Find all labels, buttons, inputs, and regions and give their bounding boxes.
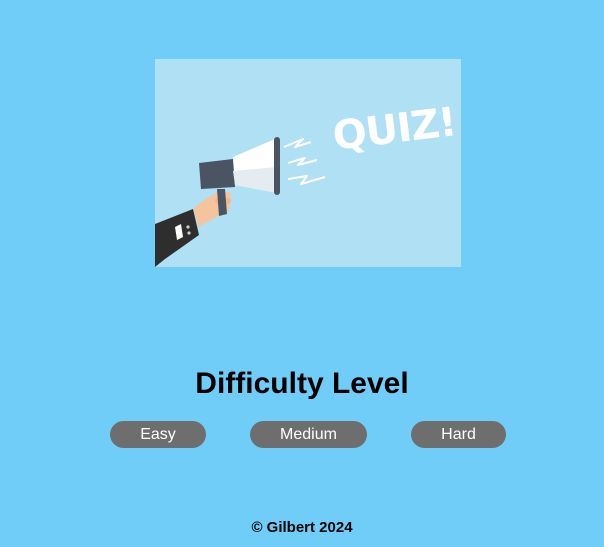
footer-text: Gilbert 2024 bbox=[266, 519, 353, 536]
medium-button[interactable]: Medium bbox=[250, 421, 367, 448]
quiz-hero-image: QUIZ! bbox=[155, 59, 461, 267]
megaphone-rim bbox=[274, 137, 280, 195]
hard-button[interactable]: Hard bbox=[411, 421, 506, 448]
footer-copyright: © Gilbert 2024 bbox=[0, 519, 604, 536]
sound-wave bbox=[287, 157, 318, 166]
copyright-symbol: © bbox=[251, 519, 263, 536]
difficulty-title: Difficulty Level bbox=[195, 367, 409, 400]
sound-wave bbox=[287, 175, 326, 185]
easy-button[interactable]: Easy bbox=[110, 421, 206, 448]
megaphone-illustration bbox=[155, 137, 326, 267]
cuff-button bbox=[186, 225, 190, 229]
megaphone-rear bbox=[199, 159, 235, 189]
sound-wave bbox=[283, 138, 312, 148]
cuff-button bbox=[187, 231, 191, 235]
megaphone-cone-shade bbox=[233, 167, 277, 193]
